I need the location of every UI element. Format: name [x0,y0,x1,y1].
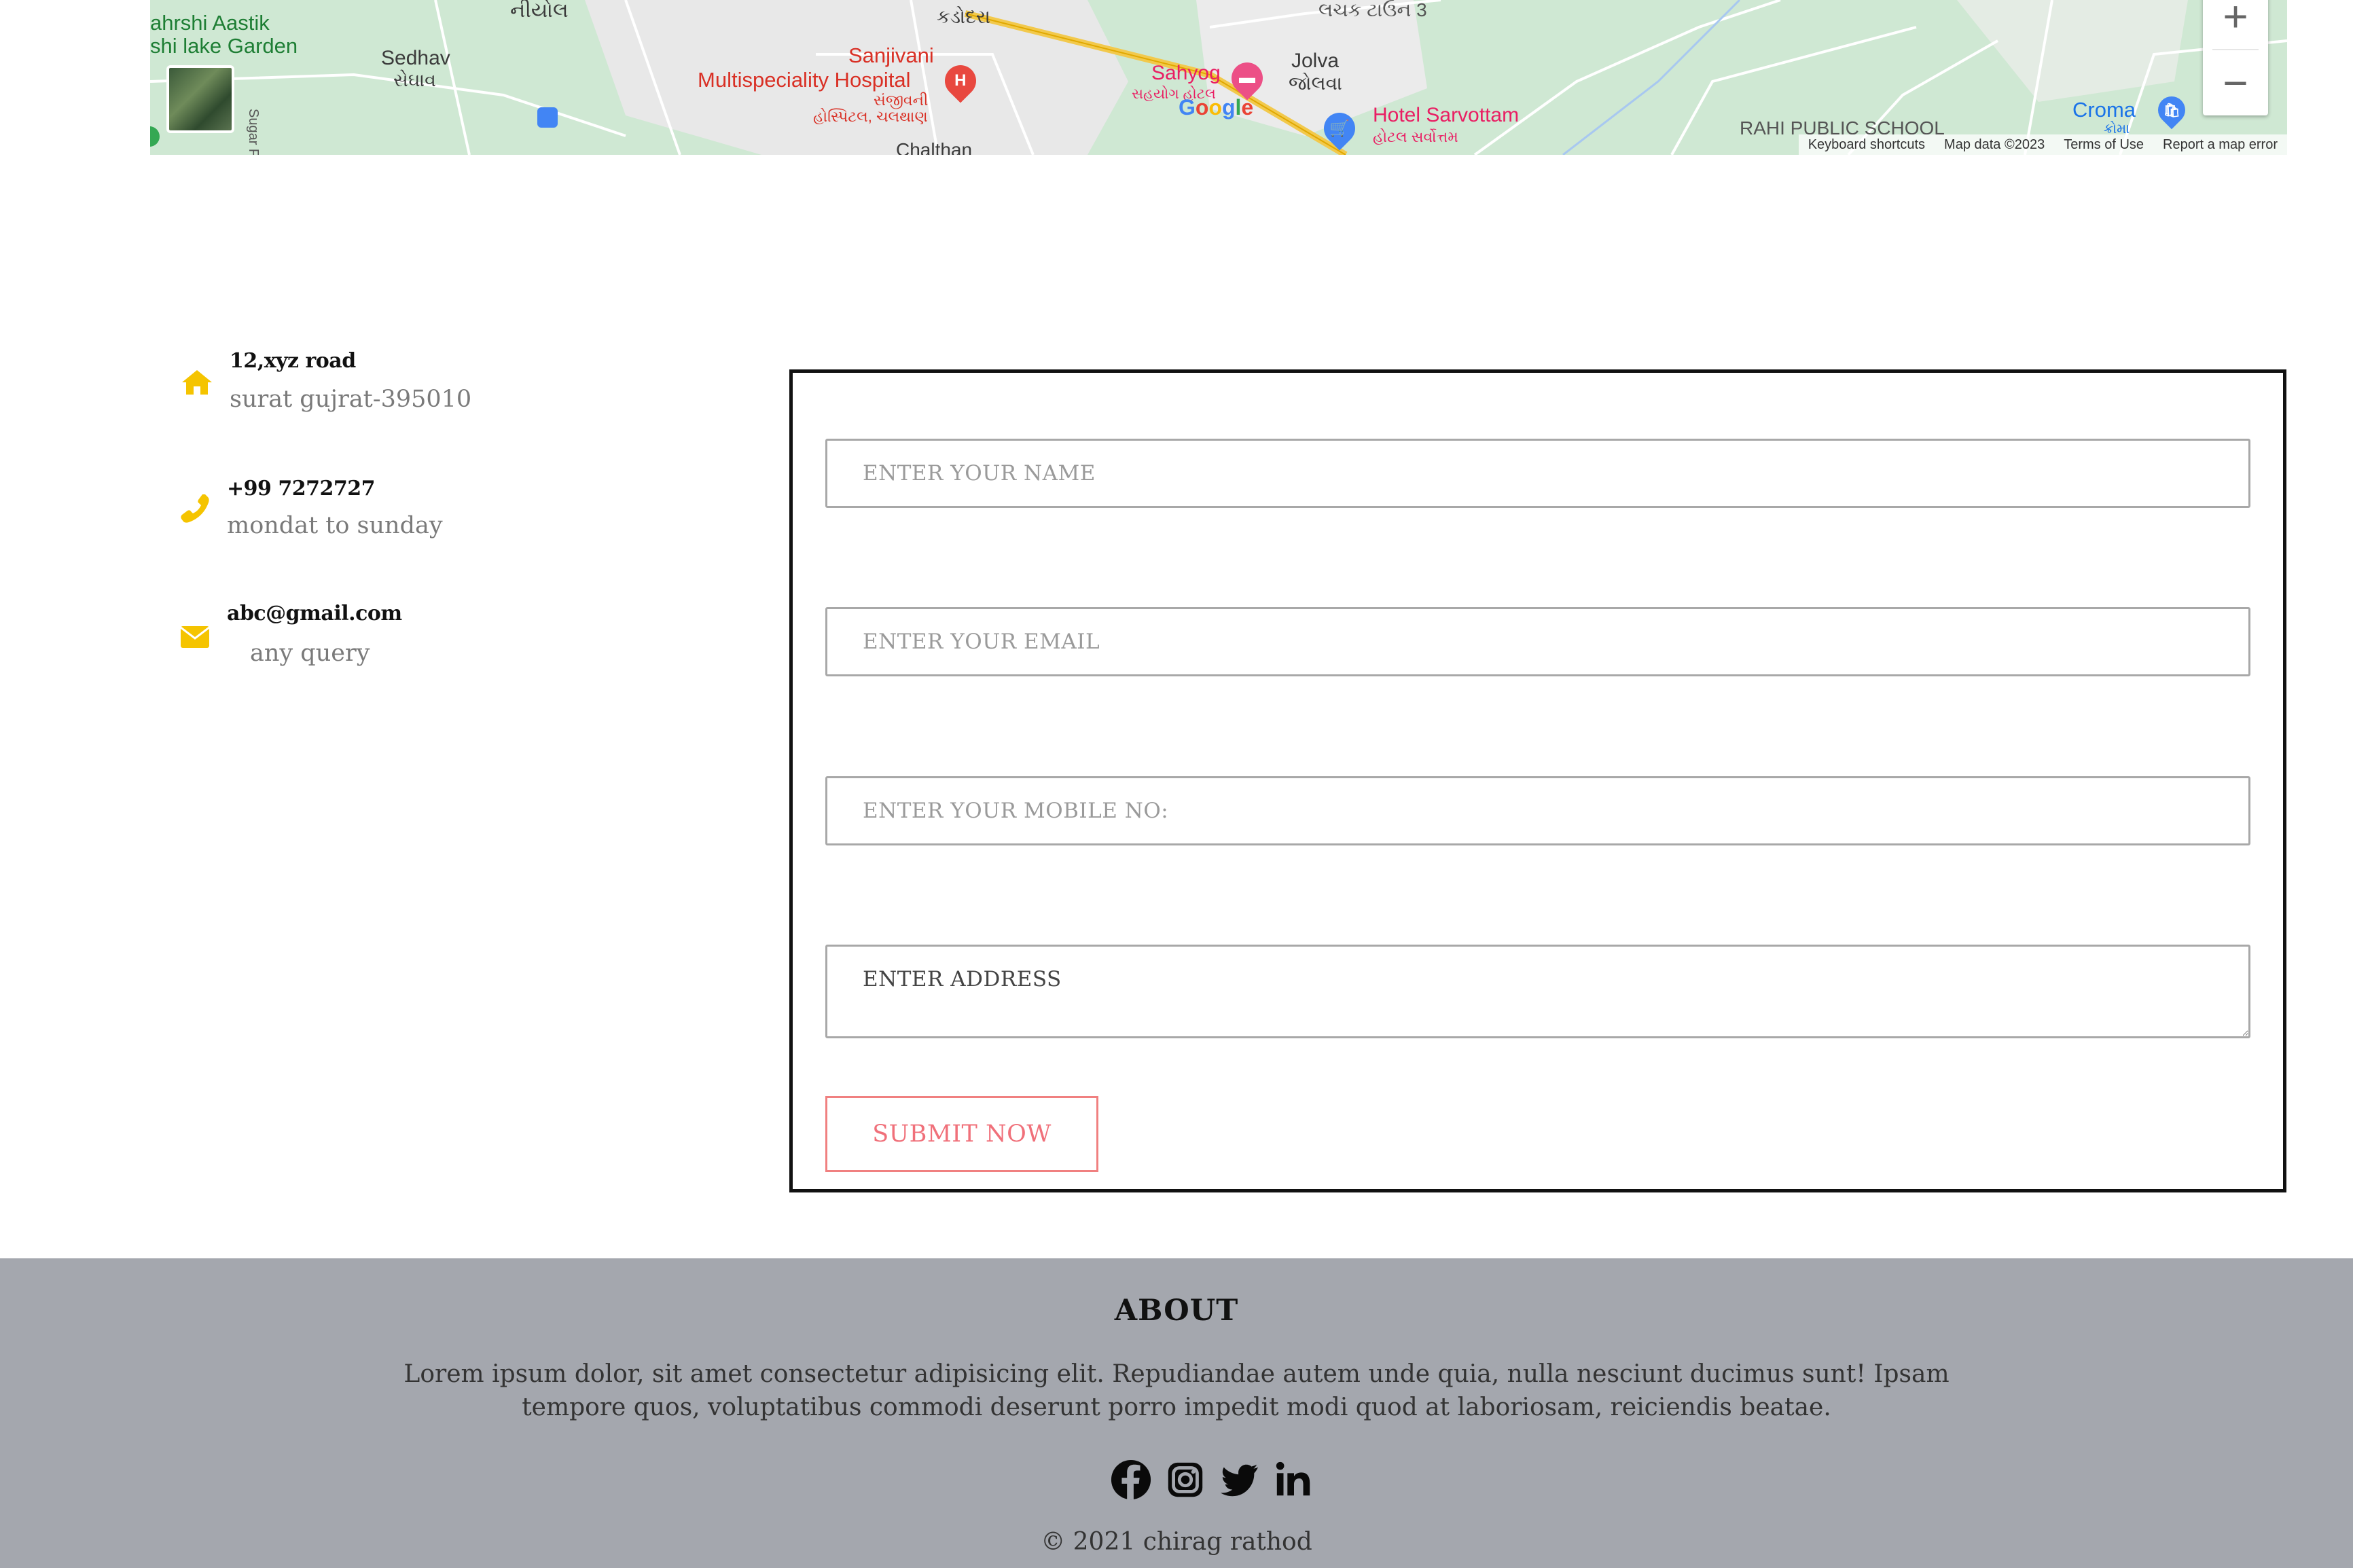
map-label-town: લચક ટાઉન 3 [1318,0,1427,20]
map-label-hotel-sarvottam: Hotel Sarvottam [1373,104,1520,126]
report-map-error-link[interactable]: Report a map error [2163,137,2278,153]
map-label-sanjivani: Sanjivani [848,43,934,67]
map-data-text: Map data ©2023 [1944,136,2045,152]
address-textarea[interactable] [825,945,2250,1038]
map-label-sedhav: Sedhav [381,47,450,69]
instagram-icon[interactable] [1164,1459,1206,1501]
footer-about-title: ABOUT [1114,1294,1239,1328]
address-subtitle: surat gujrat-395010 [230,386,472,413]
email-title: abc@gmail.com [227,602,402,625]
google-logo: Google [1179,95,1254,120]
submit-button[interactable]: SUBMIT NOW [825,1096,1098,1172]
envelope-icon [181,626,209,648]
email-input[interactable] [825,607,2250,676]
map-label-aastik: ahrshi Aastik [150,11,270,35]
keyboard-shortcuts-link[interactable]: Keyboard shortcuts [1808,137,1925,153]
social-links [1110,1459,1315,1501]
zoom-out-button[interactable]: − [2203,50,2268,115]
twitter-icon[interactable] [1219,1459,1261,1501]
terms-of-use-link[interactable]: Terms of Use [2064,137,2144,153]
copyright-text: © 2021 chirag rathod [1041,1528,1312,1556]
zoom-in-button[interactable]: + [2203,0,2268,49]
map-label-sedhav-guj: સેઘાવ [393,70,436,90]
footer: ABOUT Lorem ipsum dolor, sit amet consec… [0,1258,2353,1568]
map-label-kadodara: કડોદરા [937,6,991,27]
satellite-toggle-thumbnail[interactable] [166,65,234,133]
map-label-sahyog: Sahyog [1151,62,1221,84]
phone-icon [181,494,209,523]
mobile-input[interactable] [825,776,2250,845]
home-icon [182,370,212,395]
map-label-hospital-guj: હોસ્પિટલ, ચલથાણ [813,108,928,125]
map-label-croma: Croma [2072,98,2136,122]
embedded-map[interactable]: ahrshi Aastik shi lake Garden નીયોલ Sedh… [150,0,2287,155]
linkedin-icon[interactable] [1273,1459,1315,1501]
map-label-jolva: Jolva [1291,50,1340,72]
footer-about-text: Lorem ipsum dolor, sit amet consectetur … [403,1360,1950,1421]
name-input[interactable] [825,439,2250,508]
map-label-jolva-guj: જોલવા [1289,73,1342,94]
phone-title: +99 7272727 [227,477,375,500]
address-title: 12,xyz road [230,349,356,373]
map-label-sanjivani-guj: સંજીવની [874,92,929,109]
map-label-chalthan: Chalthan [896,139,973,155]
map-label-hospital: Multispeciality Hospital [698,68,911,92]
map-label-road: Sugar Factory Rd [246,109,261,155]
phone-subtitle: mondat to sunday [227,512,443,539]
email-subtitle: any query [250,640,370,667]
map-label-hotel-sarvottam-guj: હોટલ સર્વોત્તમ [1373,128,1458,145]
map-label-niyol: નીયોલ [510,0,569,22]
map-label-lake-garden: shi lake Garden [150,34,298,58]
map-attribution-bar: Keyboard shortcuts Map data ©2023 Terms … [1798,134,2287,155]
bus-stop-icon[interactable] [537,107,558,128]
map-zoom-control: + − [2203,0,2268,115]
facebook-icon[interactable] [1110,1459,1152,1501]
